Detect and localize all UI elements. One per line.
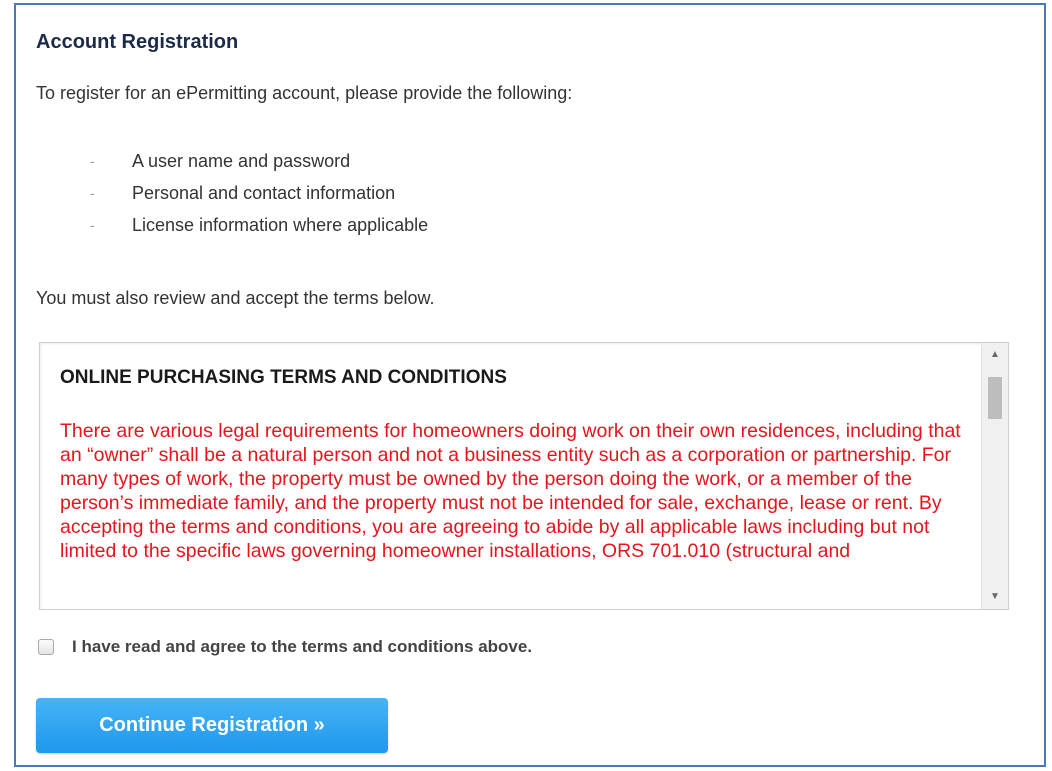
requirement-text: A user name and password [132,151,351,171]
registration-panel: Account Registration To register for an … [14,3,1046,767]
intro-text: To register for an ePermitting account, … [36,83,573,103]
scroll-down-icon[interactable]: ▼ [982,587,1008,607]
list-item: - A user name and password [86,145,428,177]
list-item: - License information where applicable [86,209,428,241]
agree-checkbox[interactable] [38,639,54,655]
requirements-list: - A user name and password - Personal an… [86,145,428,241]
scroll-thumb[interactable] [988,377,1002,419]
agree-row: I have read and agree to the terms and c… [38,637,532,657]
agree-label[interactable]: I have read and agree to the terms and c… [72,637,532,657]
continue-registration-button[interactable]: Continue Registration » [36,698,388,753]
terms-scroll-box[interactable]: ONLINE PURCHASING TERMS AND CONDITIONS T… [39,342,1009,610]
terms-scrollbar[interactable]: ▲ ▼ [981,343,1008,609]
requirement-text: Personal and contact information [132,183,396,203]
bullet-icon: - [90,153,95,169]
page-title: Account Registration [36,31,239,53]
bullet-icon: - [90,217,95,233]
scroll-up-icon[interactable]: ▲ [982,345,1008,365]
terms-note: You must also review and accept the term… [36,288,435,308]
requirement-text: License information where applicable [132,215,429,235]
terms-content: ONLINE PURCHASING TERMS AND CONDITIONS T… [60,367,965,563]
terms-body: There are various legal requirements for… [60,420,961,562]
terms-title: ONLINE PURCHASING TERMS AND CONDITIONS [60,367,507,388]
list-item: - Personal and contact information [86,177,428,209]
bullet-icon: - [90,185,95,201]
